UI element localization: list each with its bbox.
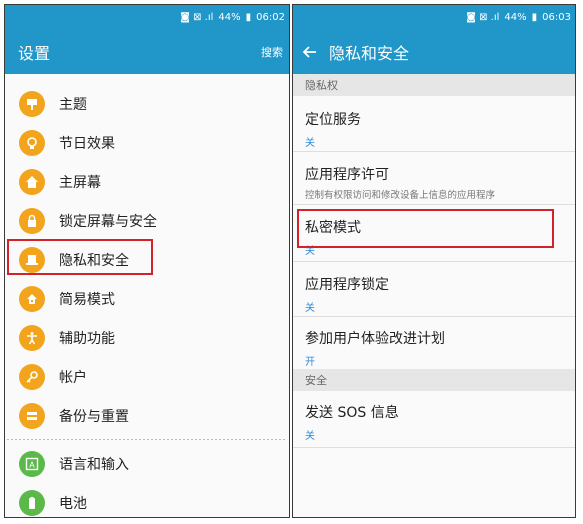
status-bar: ◙ ⊠ .ıl 44% ▮ 06:03 <box>293 5 575 29</box>
settings-item-label: 电池 <box>59 495 87 512</box>
row-status: 关 <box>305 138 315 149</box>
back-arrow-icon[interactable] <box>301 43 319 61</box>
signal-icons: ◙ ⊠ .ıl <box>466 11 500 23</box>
settings-item-accessibility[interactable]: 辅助功能 <box>5 318 289 357</box>
section-header-privacy: 隐私权 <box>293 74 575 96</box>
row-title: 发送 SOS 信息 <box>305 405 399 421</box>
settings-item-theme[interactable]: 主题 <box>5 84 289 123</box>
language-icon: A <box>19 450 45 477</box>
settings-list: 主题 节日效果 主屏幕 锁定屏幕与安全 隐私和安全 简易模式 辅助功能 帐户 备… <box>5 74 289 517</box>
settings-item-backup[interactable]: 备份与重置 <box>5 396 289 435</box>
battery-icon: ▮ <box>531 11 538 23</box>
settings-item-label: 主题 <box>59 96 87 113</box>
svg-text:A: A <box>29 460 35 469</box>
page-title: 设置 <box>18 43 51 63</box>
lock-icon <box>19 207 45 234</box>
settings-item-label: 辅助功能 <box>59 330 115 347</box>
settings-item-label: 主屏幕 <box>59 174 101 191</box>
row-title: 定位服务 <box>305 112 361 128</box>
status-bar: ◙ ⊠ .ıl 44% ▮ 06:02 <box>5 5 289 29</box>
search-button[interactable]: 搜索 <box>261 44 283 60</box>
clock: 06:02 <box>256 11 285 23</box>
settings-item-privacy[interactable]: 隐私和安全 <box>5 239 289 279</box>
clock: 06:03 <box>542 11 571 23</box>
divider <box>293 447 575 448</box>
section-header-security: 安全 <box>293 369 575 391</box>
app-bar: 设置 搜索 <box>5 29 289 74</box>
signal-icons: ◙ ⊠ .ıl <box>180 11 214 23</box>
app-bar: 隐私和安全 <box>293 29 575 74</box>
private-mode-row[interactable]: 私密模式 关 <box>293 205 575 261</box>
backup-icon <box>19 402 45 429</box>
settings-item-label: 帐户 <box>59 369 87 386</box>
key-icon <box>19 363 45 390</box>
row-description: 控制有权限访问和修改设备上信息的应用程序 <box>305 190 496 201</box>
accessibility-icon <box>19 324 45 351</box>
settings-item-label: 简易模式 <box>59 291 115 308</box>
settings-item-holiday[interactable]: 节日效果 <box>5 123 289 162</box>
highlight-box <box>7 239 153 275</box>
home-icon <box>19 168 45 195</box>
lightbulb-icon <box>19 129 45 156</box>
settings-item-language[interactable]: A 语言和输入 <box>5 444 289 483</box>
app-permissions-row[interactable]: 应用程序许可 控制有权限访问和修改设备上信息的应用程序 <box>293 152 575 204</box>
row-title: 应用程序锁定 <box>305 277 389 293</box>
row-title: 应用程序许可 <box>305 167 389 183</box>
location-services-row[interactable]: 定位服务 关 <box>293 96 575 151</box>
row-title: 参加用户体验改进计划 <box>305 331 445 347</box>
settings-item-battery[interactable]: 电池 <box>5 483 289 517</box>
settings-item-home[interactable]: 主屏幕 <box>5 162 289 201</box>
battery-icon <box>19 489 45 516</box>
settings-item-label: 语言和输入 <box>59 456 129 473</box>
app-lock-row[interactable]: 应用程序锁定 关 <box>293 262 575 316</box>
battery-level: 44% <box>218 11 241 23</box>
ux-improvement-row[interactable]: 参加用户体验改进计划 开 <box>293 317 575 369</box>
send-sos-row[interactable]: 发送 SOS 信息 关 <box>293 391 575 447</box>
settings-item-label: 备份与重置 <box>59 408 129 425</box>
easy-mode-icon <box>19 285 45 312</box>
settings-item-lockscreen[interactable]: 锁定屏幕与安全 <box>5 201 289 240</box>
settings-item-label: 锁定屏幕与安全 <box>59 213 157 230</box>
theme-icon <box>19 90 45 117</box>
settings-screen: ◙ ⊠ .ıl 44% ▮ 06:02 设置 搜索 主题 节日效果 主屏幕 锁定… <box>4 4 290 518</box>
privacy-security-screen: ◙ ⊠ .ıl 44% ▮ 06:03 隐私和安全 隐私权 定位服务 关 应用程… <box>292 4 576 518</box>
row-status: 关 <box>305 303 315 314</box>
highlight-box <box>297 209 554 248</box>
page-title: 隐私和安全 <box>329 43 410 63</box>
battery-icon: ▮ <box>245 11 252 23</box>
section-divider <box>7 439 287 440</box>
row-status: 关 <box>305 431 315 442</box>
settings-item-label: 节日效果 <box>59 135 115 152</box>
settings-item-accounts[interactable]: 帐户 <box>5 357 289 396</box>
battery-level: 44% <box>504 11 527 23</box>
row-status: 开 <box>305 357 315 368</box>
settings-item-easy-mode[interactable]: 简易模式 <box>5 279 289 318</box>
